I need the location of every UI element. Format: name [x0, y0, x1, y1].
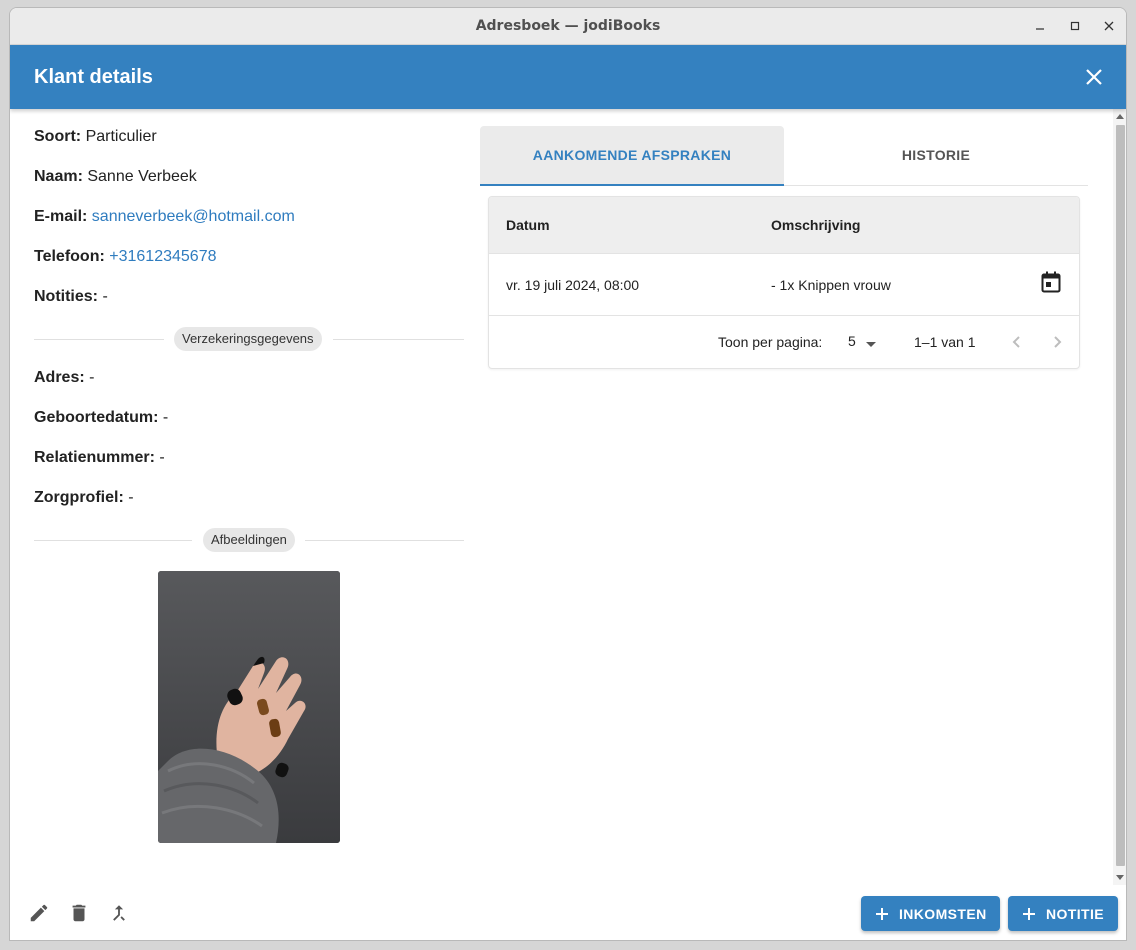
- field-email: E-mail: sanneverbeek@hotmail.com: [34, 208, 295, 226]
- field-label: Zorgprofiel:: [34, 489, 124, 506]
- divider-line: [333, 339, 464, 340]
- add-notitie-button[interactable]: NOTITIE: [1008, 896, 1118, 931]
- field-value: Sanne Verbeek: [87, 168, 197, 185]
- field-relatienummer: Relatienummer: -: [34, 449, 165, 467]
- field-label: Telefoon:: [34, 248, 105, 265]
- field-soort: Soort: Particulier: [34, 128, 157, 146]
- per-page-value: 5: [848, 333, 856, 349]
- field-naam: Naam: Sanne Verbeek: [34, 168, 197, 186]
- phone-link[interactable]: +31612345678: [109, 248, 216, 265]
- field-label: Geboortedatum:: [34, 409, 159, 426]
- minimize-icon[interactable]: [1031, 17, 1049, 35]
- table-pagination: Toon per pagina: 5 1–1 van 1: [489, 316, 1079, 368]
- button-label: NOTITIE: [1046, 905, 1105, 922]
- tab-bar: AANKOMENDE AFSPRAKEN HISTORIE: [480, 126, 1088, 186]
- calendar-icon[interactable]: [1041, 271, 1061, 293]
- field-label: E-mail:: [34, 208, 88, 225]
- window-close-icon[interactable]: [1100, 17, 1118, 35]
- field-label: Adres:: [34, 369, 85, 386]
- chevron-down-icon: [865, 336, 877, 352]
- next-page-icon[interactable]: [1047, 332, 1067, 352]
- scroll-down-icon[interactable]: [1116, 875, 1124, 881]
- images-divider: Afbeeldingen: [34, 528, 464, 552]
- add-inkomsten-button[interactable]: INKOMSTEN: [861, 896, 1000, 931]
- previous-page-icon[interactable]: [1007, 332, 1027, 352]
- plus-icon: [1023, 907, 1035, 920]
- page-range: 1–1 van 1: [914, 334, 976, 350]
- table-row[interactable]: vr. 19 juli 2024, 08:00 - 1x Knippen vro…: [489, 254, 1079, 316]
- field-value: -: [159, 449, 165, 466]
- tab-historie[interactable]: HISTORIE: [784, 126, 1088, 186]
- maximize-icon[interactable]: [1066, 17, 1084, 35]
- vertical-scrollbar[interactable]: [1113, 109, 1126, 885]
- column-header-omschrijving[interactable]: Omschrijving: [771, 217, 860, 233]
- cell-datum: vr. 19 juli 2024, 08:00: [506, 277, 640, 293]
- customer-image[interactable]: [158, 571, 340, 843]
- divider-line: [34, 540, 192, 541]
- column-header-datum[interactable]: Datum: [506, 217, 550, 233]
- insurance-divider: Verzekeringsgegevens: [34, 327, 464, 351]
- field-geboortedatum: Geboortedatum: -: [34, 409, 168, 427]
- delete-icon[interactable]: [68, 902, 90, 924]
- dialog-content: Soort: Particulier Naam: Sanne Verbeek E…: [10, 109, 1113, 883]
- field-value: Particulier: [85, 128, 157, 145]
- dialog-header: Klant details: [10, 45, 1126, 109]
- app-window: Adresboek — jodiBooks Klant details Soor…: [9, 7, 1127, 941]
- field-notities: Notities: -: [34, 288, 108, 306]
- field-label: Relatienummer:: [34, 449, 155, 466]
- field-adres: Adres: -: [34, 369, 94, 387]
- field-label: Notities:: [34, 288, 98, 305]
- edit-icon[interactable]: [28, 902, 50, 924]
- email-link[interactable]: sanneverbeek@hotmail.com: [92, 208, 295, 225]
- close-icon[interactable]: [1084, 67, 1104, 87]
- table-header: Datum Omschrijving: [489, 197, 1079, 254]
- field-zorgprofiel: Zorgprofiel: -: [34, 489, 134, 507]
- insurance-section-chip: Verzekeringsgegevens: [174, 327, 322, 351]
- per-page-label: Toon per pagina:: [718, 334, 823, 350]
- tab-aankomende-afspraken[interactable]: AANKOMENDE AFSPRAKEN: [480, 126, 784, 186]
- per-page-select[interactable]: 5: [840, 328, 890, 356]
- field-value: -: [89, 369, 95, 386]
- dialog-title: Klant details: [34, 66, 153, 88]
- field-value: -: [102, 288, 108, 305]
- field-label: Naam:: [34, 168, 83, 185]
- appointments-table: Datum Omschrijving vr. 19 juli 2024, 08:…: [488, 196, 1080, 369]
- dialog-footer: INKOMSTEN NOTITIE: [10, 885, 1126, 940]
- divider-line: [34, 339, 164, 340]
- button-label: INKOMSTEN: [899, 905, 987, 922]
- window-titlebar[interactable]: Adresboek — jodiBooks: [10, 8, 1126, 45]
- plus-icon: [876, 907, 888, 920]
- divider-line: [305, 540, 464, 541]
- field-telefoon: Telefoon: +31612345678: [34, 248, 217, 266]
- field-label: Soort:: [34, 128, 82, 145]
- merge-icon[interactable]: [108, 902, 130, 924]
- scroll-up-icon[interactable]: [1116, 113, 1124, 119]
- field-value: -: [128, 489, 134, 506]
- cell-omschrijving: - 1x Knippen vrouw: [771, 277, 891, 293]
- nail-photo-illustration: [158, 571, 340, 843]
- window-title: Adresboek — jodiBooks: [475, 18, 661, 34]
- images-section-chip: Afbeeldingen: [203, 528, 295, 552]
- scrollbar-thumb[interactable]: [1116, 125, 1125, 866]
- field-value: -: [162, 409, 169, 426]
